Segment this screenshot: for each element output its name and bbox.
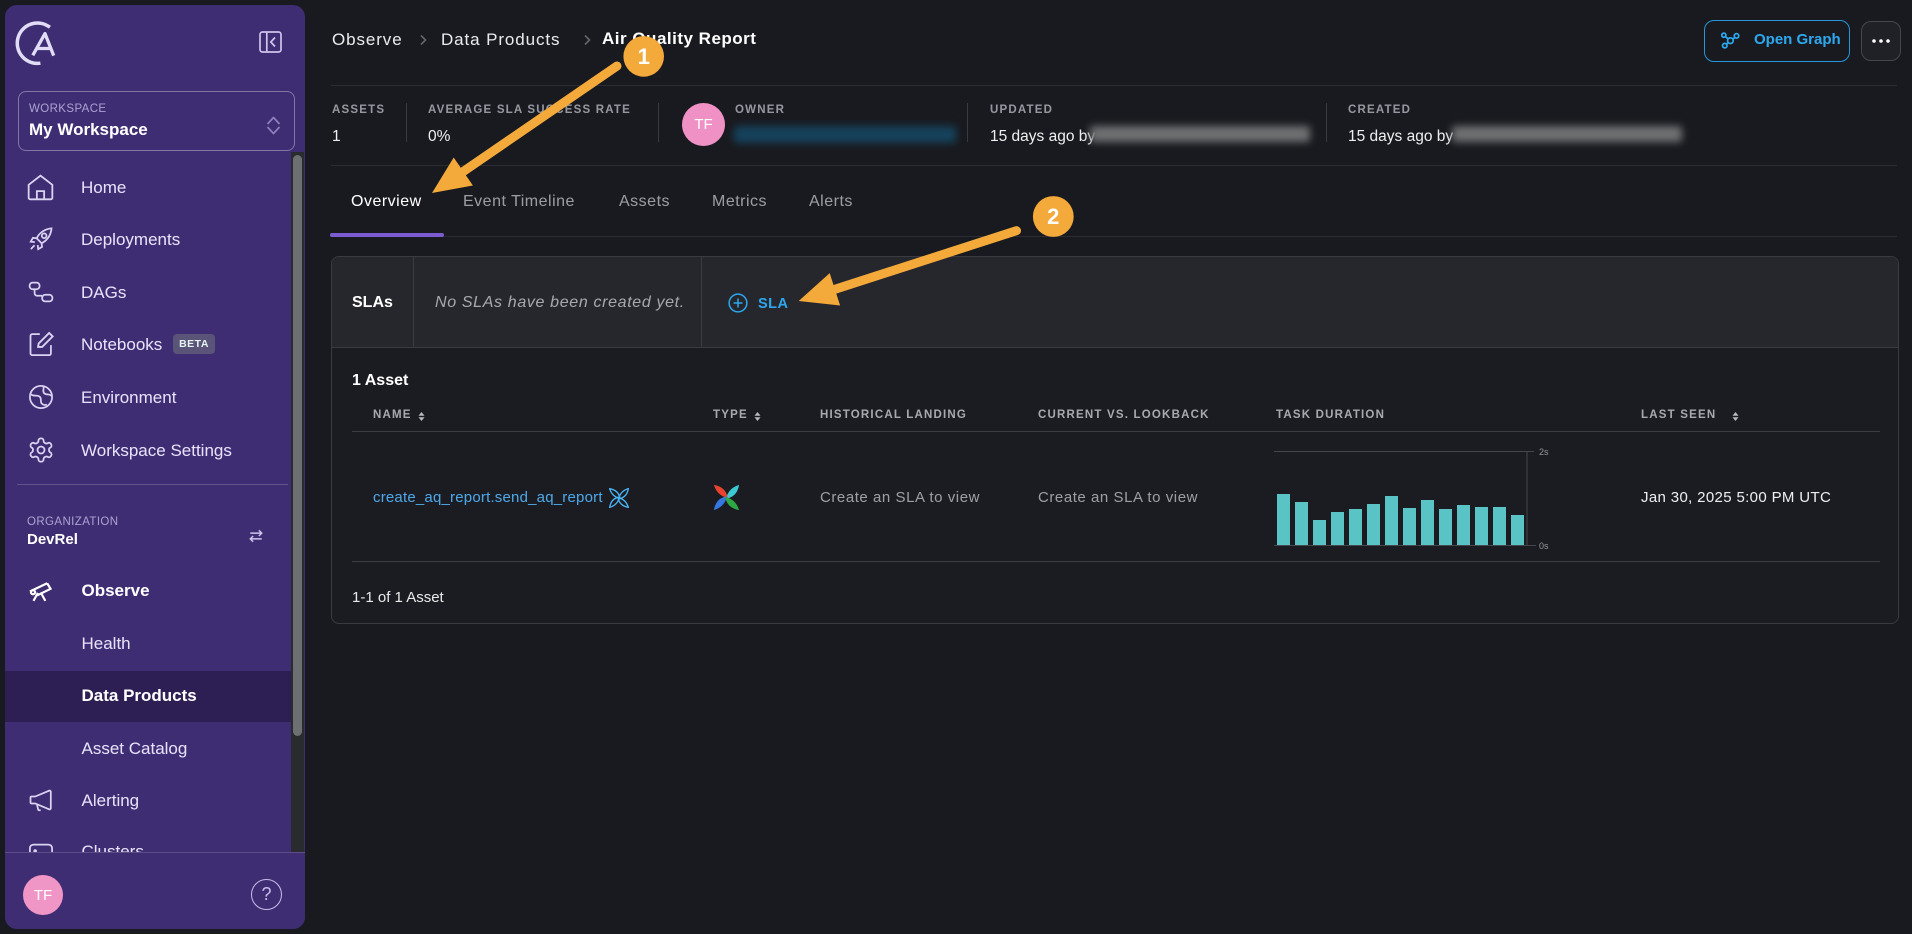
svg-text:0s: 0s	[1539, 541, 1549, 551]
svg-text:2: 2	[1047, 204, 1059, 229]
svg-text:2s: 2s	[1539, 447, 1549, 457]
